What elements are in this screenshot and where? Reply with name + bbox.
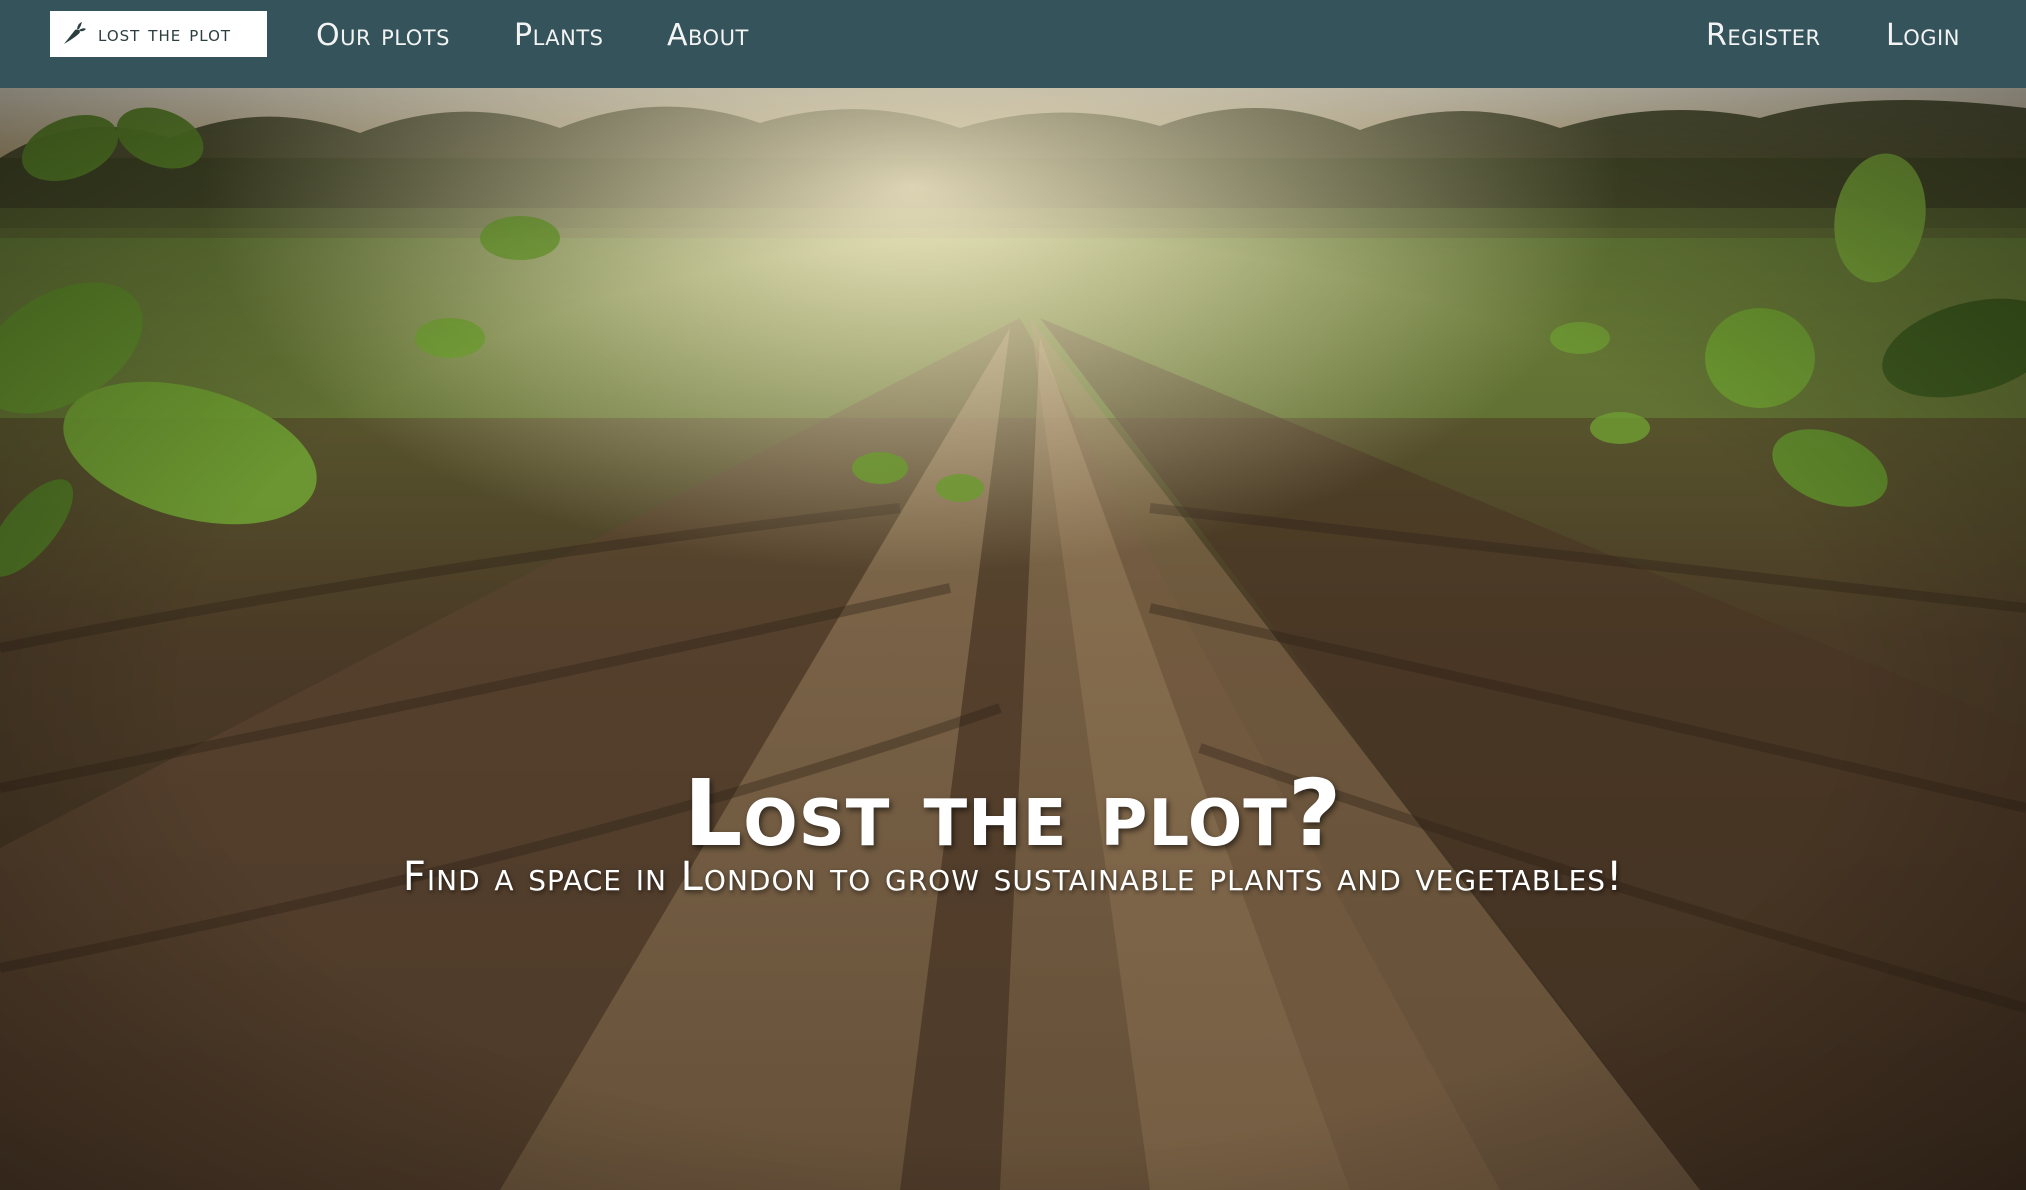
hero-section: Lost the plot? Find a space in London to… [0,88,2026,1190]
nav-link-about[interactable]: About [667,18,749,53]
login-link[interactable]: Login [1886,18,1960,53]
field-rows-of-plants-photo [0,88,2026,1190]
register-link[interactable]: Register [1706,18,1821,53]
top-navbar: Lost the plot Our plots Plants About Reg… [0,0,2026,88]
nav-link-plants[interactable]: Plants [514,18,604,53]
brand-name: Lost the plot [98,21,232,47]
nav-link-our-plots[interactable]: Our plots [316,18,450,53]
brand-logo-link[interactable]: Lost the plot [50,11,267,57]
carrot-icon [64,22,86,44]
hero-subtitle: Find a space in London to grow sustainab… [402,854,1624,900]
hero-title: Lost the plot? [683,759,1343,867]
